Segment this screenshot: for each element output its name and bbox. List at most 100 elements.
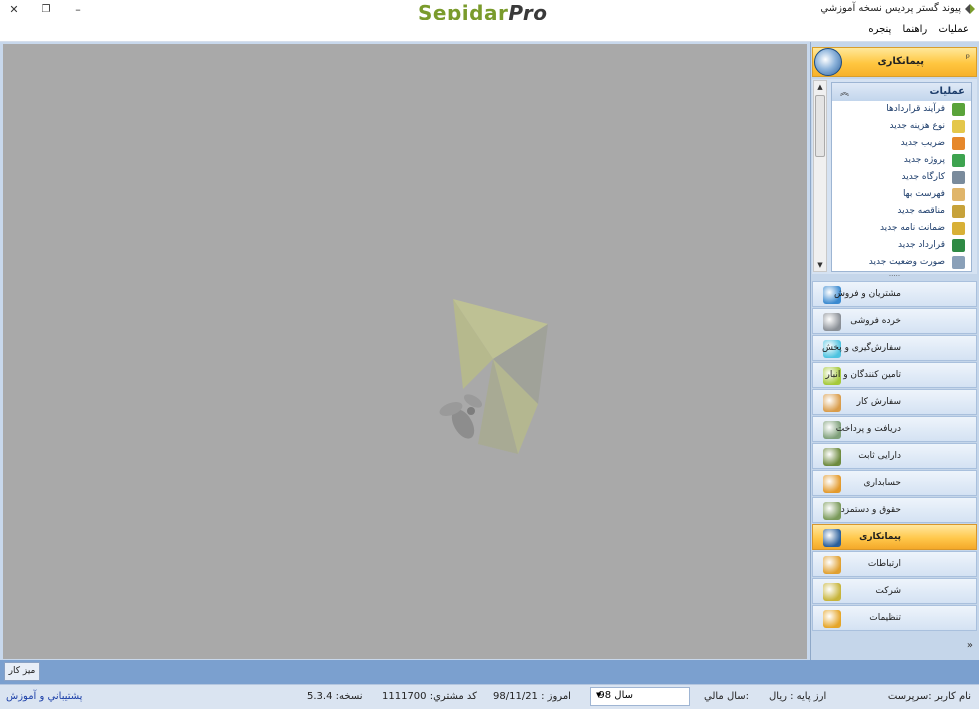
- fiscal-year-select[interactable]: سال 98 ▼: [590, 687, 690, 706]
- scroll-up-icon[interactable]: ▲: [814, 81, 826, 93]
- operation-label: کارگاه جدید: [901, 172, 946, 182]
- module-icon: [823, 448, 841, 466]
- module-button[interactable]: تامین کنندگان و انبار: [812, 362, 977, 388]
- sepidar-watermark-logo: [439, 299, 548, 454]
- module-button[interactable]: ارتباطات: [812, 551, 977, 577]
- collapse-icon[interactable]: ︽: [840, 85, 849, 98]
- module-label: تنظیمات: [869, 613, 901, 623]
- operations-title: عملیات: [929, 86, 965, 97]
- status-fiscal-year-label: سال مالي:: [704, 691, 750, 702]
- module-label: حسابداری: [863, 478, 901, 488]
- operation-icon: [952, 171, 965, 184]
- operation-item[interactable]: ضمانت نامه جدید: [832, 220, 971, 237]
- module-button[interactable]: سفارش‌گیری و پخش: [812, 335, 977, 361]
- operation-label: فرآیند قراردادها: [886, 104, 945, 114]
- fiscal-year-value: سال 98: [598, 690, 633, 701]
- menu-bar: عملیات راهنما پنجره: [0, 20, 979, 42]
- module-label: دارایی ثابت: [858, 451, 901, 461]
- scroll-thumb[interactable]: [815, 95, 825, 157]
- dropdown-arrow-icon[interactable]: ▼: [596, 691, 601, 699]
- operation-icon: [952, 137, 965, 150]
- module-icon: [823, 529, 841, 547]
- operation-icon: [952, 239, 965, 252]
- window-tab-strip: میز کار: [0, 660, 979, 684]
- pin-icon[interactable]: ᵖ: [966, 53, 970, 64]
- module-button[interactable]: پیمانکاری: [812, 524, 977, 550]
- status-customer-code: کد مشتري: 1111700: [382, 691, 477, 702]
- module-button[interactable]: سفارش کار: [812, 389, 977, 415]
- panel-header: پیمانکاری ᵖ: [812, 47, 977, 77]
- operation-label: قرارداد جدید: [897, 240, 945, 250]
- status-today: امروز : 98/11/21: [493, 691, 571, 702]
- restore-button[interactable]: ❐: [36, 2, 56, 18]
- scroll-down-icon[interactable]: ▼: [814, 259, 826, 271]
- minimize-button[interactable]: –: [68, 2, 88, 18]
- operation-item[interactable]: نوع هزینه جدید: [832, 118, 971, 135]
- more-modules-icon[interactable]: »: [967, 640, 973, 651]
- module-button[interactable]: مشتریان و فروش: [812, 281, 977, 307]
- operation-item[interactable]: کارگاه جدید: [832, 169, 971, 186]
- support-link[interactable]: پشتيباني و آموزش: [6, 691, 82, 702]
- operation-label: مناقصه جدید: [897, 206, 945, 216]
- module-label: تامین کنندگان و انبار: [825, 370, 901, 380]
- app-icon: [965, 4, 975, 14]
- operation-item[interactable]: فرآیند قراردادها: [832, 101, 971, 118]
- module-icon: [823, 610, 841, 628]
- workspace: [0, 42, 810, 660]
- operations-header[interactable]: عملیات ︽: [832, 83, 971, 101]
- splitter-grip[interactable]: ·····: [812, 273, 977, 280]
- module-button[interactable]: دارایی ثابت: [812, 443, 977, 469]
- module-icon: [823, 313, 841, 331]
- title-bar: ✕ ❐ – SepidarPro پیوند گستر پردیس نسخه آ…: [0, 0, 979, 23]
- operation-item[interactable]: ضریب جدید: [832, 135, 971, 152]
- operation-icon: [952, 256, 965, 269]
- operation-item[interactable]: قرارداد جدید: [832, 237, 971, 254]
- operations-box: عملیات ︽ فرآیند قراردادها نوع هزینه جدید ض…: [831, 82, 972, 272]
- menu-window[interactable]: پنجره: [864, 20, 895, 35]
- module-label: خرده فروشی: [850, 316, 901, 326]
- status-username: نام کاربر :سرپرست: [887, 691, 971, 702]
- module-label: حقوق و دستمزد: [840, 505, 901, 515]
- operations-list: فرآیند قراردادها نوع هزینه جدید ضریب جدید پ…: [832, 101, 971, 271]
- module-icon: [823, 502, 841, 520]
- operations-container: ▲ ▼ عملیات ︽ فرآیند قراردادها نوع هزینه ج…: [812, 79, 977, 274]
- operation-item[interactable]: مناقصه جدید: [832, 203, 971, 220]
- module-label: پیمانکاری: [859, 532, 901, 542]
- operation-icon: [952, 222, 965, 235]
- operation-item[interactable]: صورت وضعیت جدید: [832, 254, 971, 271]
- operations-scrollbar[interactable]: ▲ ▼: [813, 80, 827, 272]
- operation-item[interactable]: پروژه جدید: [832, 152, 971, 169]
- module-label: ارتباطات: [867, 559, 901, 569]
- contracting-icon: [814, 48, 842, 76]
- module-label: سفارش‌گیری و پخش: [821, 343, 901, 353]
- module-button[interactable]: تنظیمات: [812, 605, 977, 631]
- module-button[interactable]: دریافت و پرداخت: [812, 416, 977, 442]
- close-button[interactable]: ✕: [4, 2, 24, 18]
- module-label: شرکت: [875, 586, 901, 596]
- status-base-currency: ارز پایه : ریال: [769, 691, 827, 702]
- module-icon: [823, 475, 841, 493]
- operation-item[interactable]: فهرست بها: [832, 186, 971, 203]
- tab-desktop[interactable]: میز کار: [4, 662, 40, 681]
- module-icon: [823, 394, 841, 412]
- module-icon: [823, 556, 841, 574]
- module-button[interactable]: حقوق و دستمزد: [812, 497, 977, 523]
- menu-help[interactable]: راهنما: [899, 20, 932, 35]
- module-label: سفارش کار: [856, 397, 901, 407]
- window-title: پیوند گستر پردیس نسخه آموزشي: [820, 3, 961, 14]
- module-button[interactable]: شرکت: [812, 578, 977, 604]
- module-icon: [823, 583, 841, 601]
- module-button[interactable]: خرده فروشی: [812, 308, 977, 334]
- module-button[interactable]: حسابداری: [812, 470, 977, 496]
- status-version: نسخه: 5.3.4: [307, 691, 363, 702]
- operation-label: فهرست بها: [902, 189, 945, 199]
- module-label: دریافت و پرداخت: [835, 424, 901, 434]
- operation-label: ضمانت نامه جدید: [879, 223, 945, 233]
- operation-icon: [952, 188, 965, 201]
- operation-icon: [952, 154, 965, 167]
- menu-operations[interactable]: عملیات: [934, 20, 973, 35]
- status-bar: نام کاربر :سرپرست ارز پایه : ریال سال ما…: [0, 684, 979, 709]
- operation-label: ضریب جدید: [900, 138, 945, 148]
- panel-title: پیمانکاری: [877, 56, 924, 67]
- operation-icon: [952, 120, 965, 133]
